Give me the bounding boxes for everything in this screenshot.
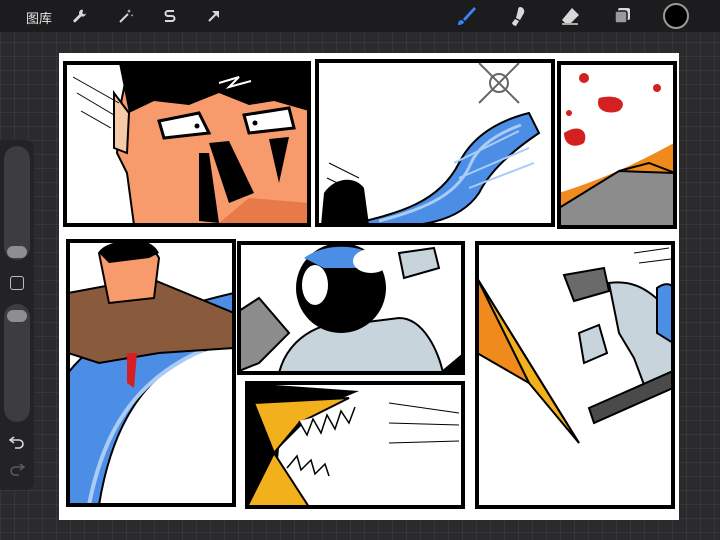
panel-golden-blade xyxy=(475,241,675,509)
top-toolbar: 图库 xyxy=(0,0,720,32)
panel-face-closeup xyxy=(63,61,311,227)
panel-hooded-warrior xyxy=(66,239,236,507)
brush-size-knob[interactable] xyxy=(7,246,27,258)
undo-icon[interactable] xyxy=(8,435,25,454)
panel-blood-splatter xyxy=(557,61,677,229)
panel-fanged-beak xyxy=(245,381,465,509)
smudge-icon[interactable] xyxy=(506,4,530,28)
panel-blue-slash xyxy=(315,59,555,227)
opacity-knob[interactable] xyxy=(7,310,27,322)
selection-s-icon[interactable] xyxy=(158,4,182,28)
color-swatch[interactable] xyxy=(663,3,689,29)
panel-masked-figure xyxy=(237,241,465,375)
wrench-icon[interactable] xyxy=(68,4,92,28)
drawing-canvas[interactable] xyxy=(59,53,679,520)
arrow-cursor-icon[interactable] xyxy=(202,4,226,28)
layers-icon[interactable] xyxy=(610,4,634,28)
eraser-icon[interactable] xyxy=(558,4,582,28)
brush-icon[interactable] xyxy=(454,4,478,28)
brush-size-slider[interactable] xyxy=(4,146,30,260)
modify-square-icon[interactable] xyxy=(10,276,24,290)
left-sidebar xyxy=(0,140,34,490)
opacity-slider[interactable] xyxy=(4,304,30,422)
redo-icon[interactable] xyxy=(9,462,26,481)
magic-wand-icon[interactable] xyxy=(114,4,138,28)
gallery-button[interactable]: 图库 xyxy=(26,8,52,27)
